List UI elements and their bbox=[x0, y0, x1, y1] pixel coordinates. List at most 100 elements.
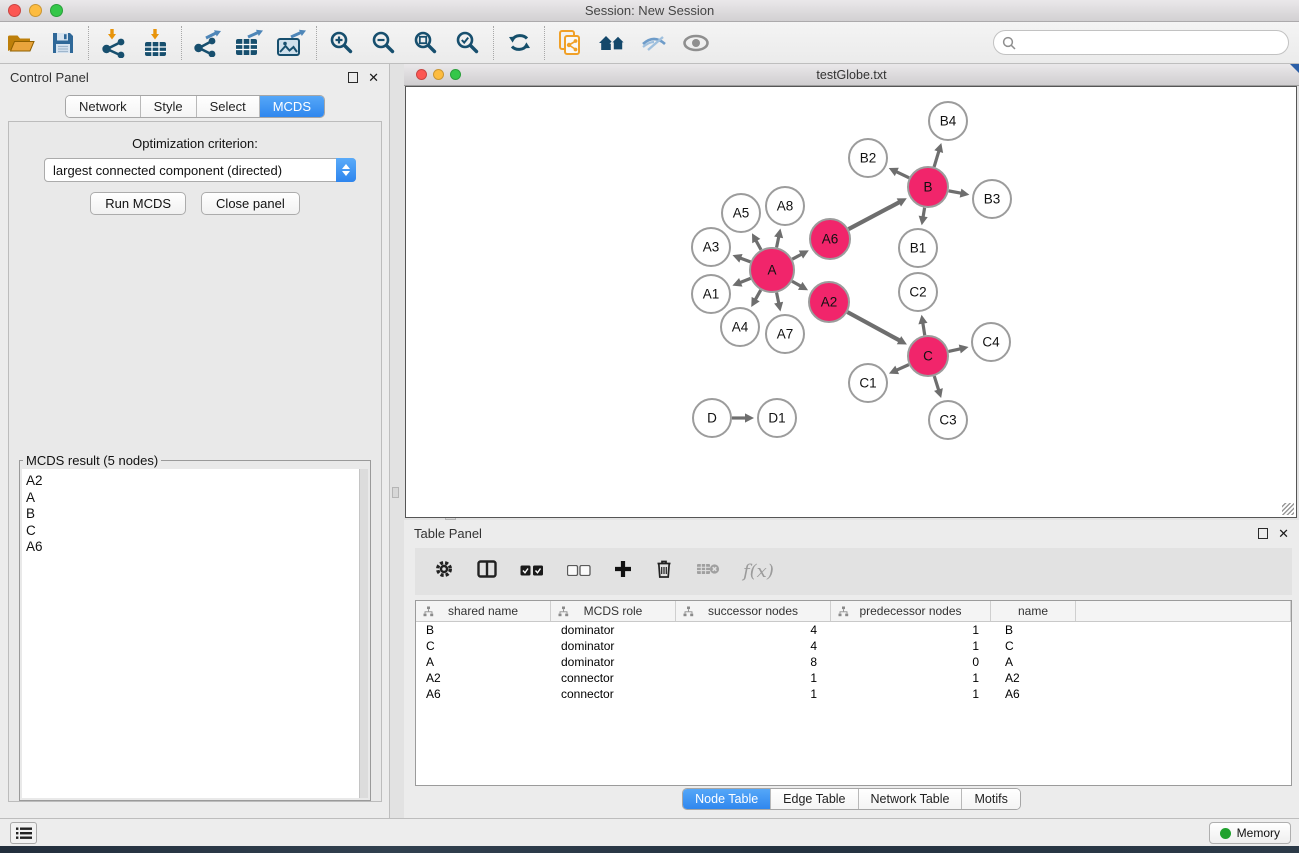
criterion-dropdown[interactable]: largest connected component (directed) bbox=[44, 158, 356, 182]
zoom-in-button[interactable] bbox=[321, 24, 363, 62]
status-bar: Memory bbox=[0, 818, 1299, 846]
tab-style[interactable]: Style bbox=[141, 96, 197, 117]
memory-label: Memory bbox=[1237, 826, 1280, 840]
result-item[interactable]: B bbox=[22, 506, 368, 523]
memory-button[interactable]: Memory bbox=[1209, 822, 1291, 844]
network-close-button[interactable] bbox=[416, 69, 427, 80]
graph-node-label: C1 bbox=[859, 376, 876, 391]
memory-status-icon bbox=[1220, 828, 1231, 839]
export-image-button[interactable] bbox=[270, 24, 312, 62]
tab-edge-table[interactable]: Edge Table bbox=[771, 789, 858, 809]
delete-table-icon bbox=[696, 562, 720, 576]
export-table-button[interactable] bbox=[228, 24, 270, 62]
control-panel-tabbar: Network Style Select MCDS bbox=[65, 95, 325, 118]
result-item[interactable]: C bbox=[22, 523, 368, 540]
import-table-button[interactable] bbox=[135, 24, 177, 62]
float-table-panel-icon[interactable] bbox=[1258, 528, 1268, 539]
hierarchy-icon bbox=[838, 606, 849, 620]
select-all-button[interactable] bbox=[520, 563, 544, 581]
run-mcds-button[interactable]: Run MCDS bbox=[90, 192, 186, 215]
zoom-selected-button[interactable] bbox=[447, 24, 489, 62]
network-window-titlebar[interactable]: testGlobe.txt bbox=[404, 64, 1299, 86]
export-image-icon bbox=[276, 29, 306, 57]
graph-node-label: A7 bbox=[777, 327, 794, 342]
graph-node-label: A4 bbox=[732, 320, 749, 335]
graph-node-label: B3 bbox=[984, 192, 1001, 207]
result-item[interactable]: A6 bbox=[22, 539, 368, 556]
result-item[interactable]: A bbox=[22, 490, 368, 507]
column-header[interactable]: predecessor nodes bbox=[831, 601, 991, 621]
graph-node-label: D1 bbox=[768, 411, 785, 426]
function-builder-button[interactable]: f(x) bbox=[743, 561, 774, 582]
mcds-result-list[interactable]: A2ABCA6 bbox=[22, 469, 368, 798]
graph-node-label: A1 bbox=[703, 287, 720, 302]
export-network-button[interactable] bbox=[186, 24, 228, 62]
open-session-icon bbox=[6, 31, 36, 55]
network-canvas[interactable]: B4B2BB3B1A5A8A6A3AA1A2C2A4A7C4CC1C3DD1 bbox=[405, 86, 1297, 518]
first-neighbors-button[interactable] bbox=[549, 24, 591, 62]
settings-gear-button[interactable] bbox=[434, 559, 454, 584]
search-input[interactable] bbox=[1021, 35, 1288, 50]
close-panel-icon[interactable]: ✕ bbox=[368, 72, 379, 83]
graph-node-label: C bbox=[923, 349, 933, 364]
result-item[interactable]: A2 bbox=[22, 473, 368, 490]
search-field[interactable] bbox=[993, 30, 1289, 55]
zoom-fit-button[interactable] bbox=[405, 24, 447, 62]
zoom-out-button[interactable] bbox=[363, 24, 405, 62]
open-session-button[interactable] bbox=[0, 24, 42, 62]
float-panel-icon[interactable] bbox=[348, 72, 358, 83]
column-header[interactable]: MCDS role bbox=[551, 601, 676, 621]
graph-node-label: C4 bbox=[982, 335, 1000, 350]
resize-grip-icon[interactable] bbox=[1282, 503, 1294, 515]
table-row[interactable]: A6connector11A6 bbox=[416, 686, 1291, 702]
tab-motifs[interactable]: Motifs bbox=[962, 789, 1019, 809]
vertical-splitter-handle[interactable] bbox=[392, 487, 399, 498]
column-header[interactable]: shared name bbox=[416, 601, 551, 621]
export-network-icon bbox=[192, 29, 222, 57]
column-header[interactable]: name bbox=[991, 601, 1076, 621]
table-row[interactable]: Bdominator41B bbox=[416, 622, 1291, 638]
deselect-all-button[interactable] bbox=[567, 563, 591, 581]
save-session-button[interactable] bbox=[42, 24, 84, 62]
maximized-corner-icon bbox=[1290, 64, 1299, 73]
graph-node-label: C2 bbox=[909, 285, 926, 300]
graph-node-label: B4 bbox=[940, 114, 957, 129]
home-views-button[interactable] bbox=[591, 24, 633, 62]
hide-selected-icon bbox=[641, 33, 667, 53]
tab-node-table[interactable]: Node Table bbox=[683, 789, 771, 809]
graph-node-label: C3 bbox=[939, 413, 956, 428]
result-list-scrollbar[interactable] bbox=[359, 469, 368, 798]
window-titlebar: Session: New Session bbox=[0, 0, 1299, 22]
table-toolbar: f(x) bbox=[415, 548, 1292, 595]
minimize-window-button[interactable] bbox=[29, 4, 42, 17]
show-all-button[interactable] bbox=[675, 24, 717, 62]
table-row[interactable]: Adominator80A bbox=[416, 654, 1291, 670]
close-table-panel-icon[interactable]: ✕ bbox=[1278, 528, 1289, 539]
zoom-window-button[interactable] bbox=[50, 4, 63, 17]
tab-network-table[interactable]: Network Table bbox=[859, 789, 963, 809]
import-network-button[interactable] bbox=[93, 24, 135, 62]
network-minimize-button[interactable] bbox=[433, 69, 444, 80]
delete-table-button[interactable] bbox=[696, 562, 720, 581]
node-table: shared nameMCDS rolesuccessor nodesprede… bbox=[415, 600, 1292, 786]
criterion-value: largest connected component (directed) bbox=[45, 163, 336, 178]
add-row-button[interactable] bbox=[614, 560, 632, 583]
network-graph[interactable]: B4B2BB3B1A5A8A6A3AA1A2C2A4A7C4CC1C3DD1 bbox=[406, 87, 1296, 517]
table-row[interactable]: Cdominator41C bbox=[416, 638, 1291, 654]
close-panel-button[interactable]: Close panel bbox=[201, 192, 300, 215]
select-all-icon bbox=[520, 565, 544, 576]
table-row[interactable]: A2connector11A2 bbox=[416, 670, 1291, 686]
close-window-button[interactable] bbox=[8, 4, 21, 17]
column-header[interactable]: successor nodes bbox=[676, 601, 831, 621]
graph-node-label: A5 bbox=[733, 206, 750, 221]
network-zoom-button[interactable] bbox=[450, 69, 461, 80]
task-history-button[interactable] bbox=[10, 822, 37, 844]
delete-rows-button[interactable] bbox=[655, 559, 673, 584]
control-panel-title: Control Panel bbox=[10, 70, 348, 85]
tab-mcds[interactable]: MCDS bbox=[260, 96, 324, 117]
hide-selected-button[interactable] bbox=[633, 24, 675, 62]
tab-select[interactable]: Select bbox=[197, 96, 260, 117]
show-columns-button[interactable] bbox=[477, 560, 497, 583]
tab-network[interactable]: Network bbox=[66, 96, 141, 117]
apply-layout-button[interactable] bbox=[498, 24, 540, 62]
